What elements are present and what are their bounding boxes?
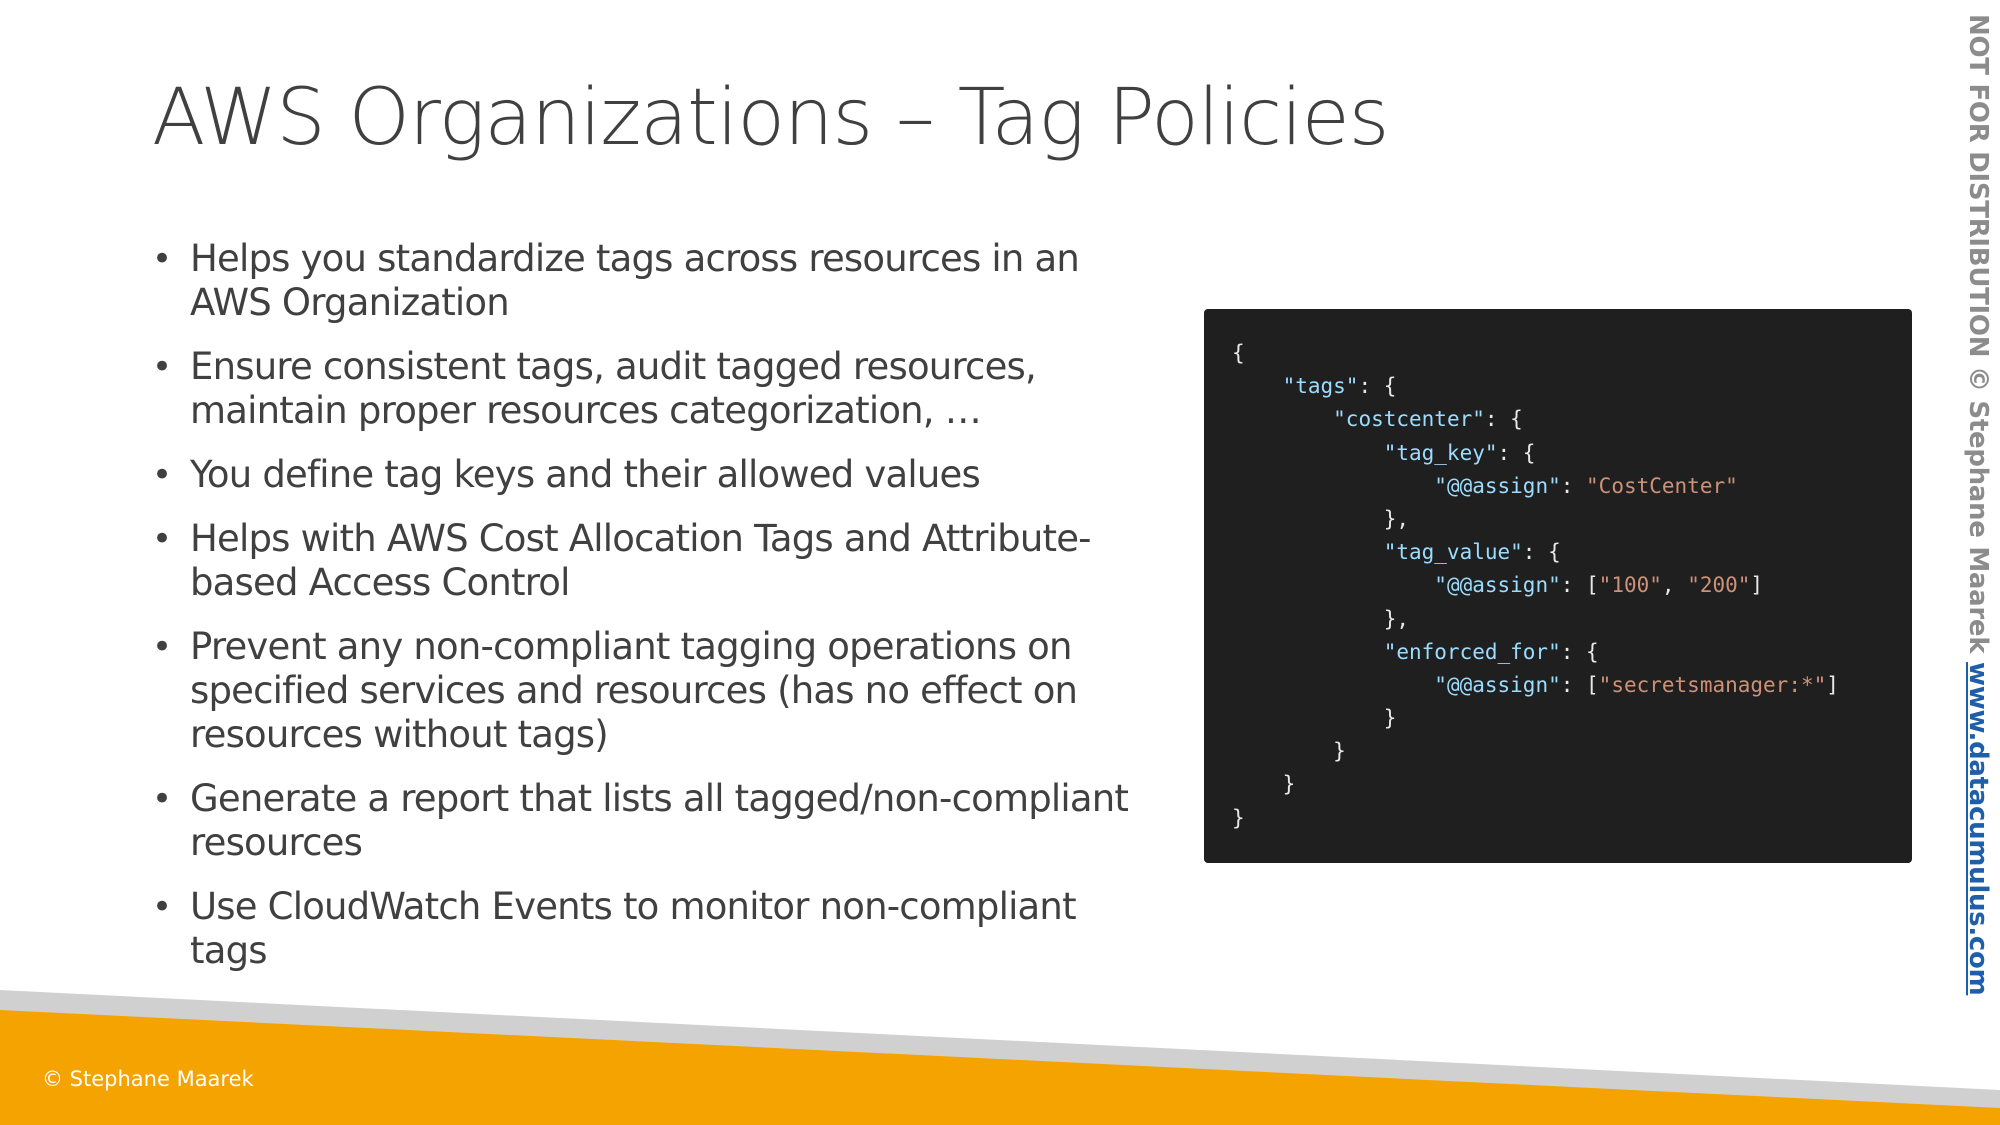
footer-orange-band	[0, 1010, 2000, 1125]
footer-copyright: © Stephane Maarek	[42, 1067, 254, 1091]
footer-decoration	[0, 990, 2000, 1125]
site-link[interactable]: www.datacumulus.com	[1963, 662, 1993, 995]
sidebar-watermark: NOT FOR DISTRIBUTION © Stephane Maarek w…	[1958, 14, 1998, 1099]
watermark-text: NOT FOR DISTRIBUTION © Stephane Maarek	[1963, 14, 1993, 654]
